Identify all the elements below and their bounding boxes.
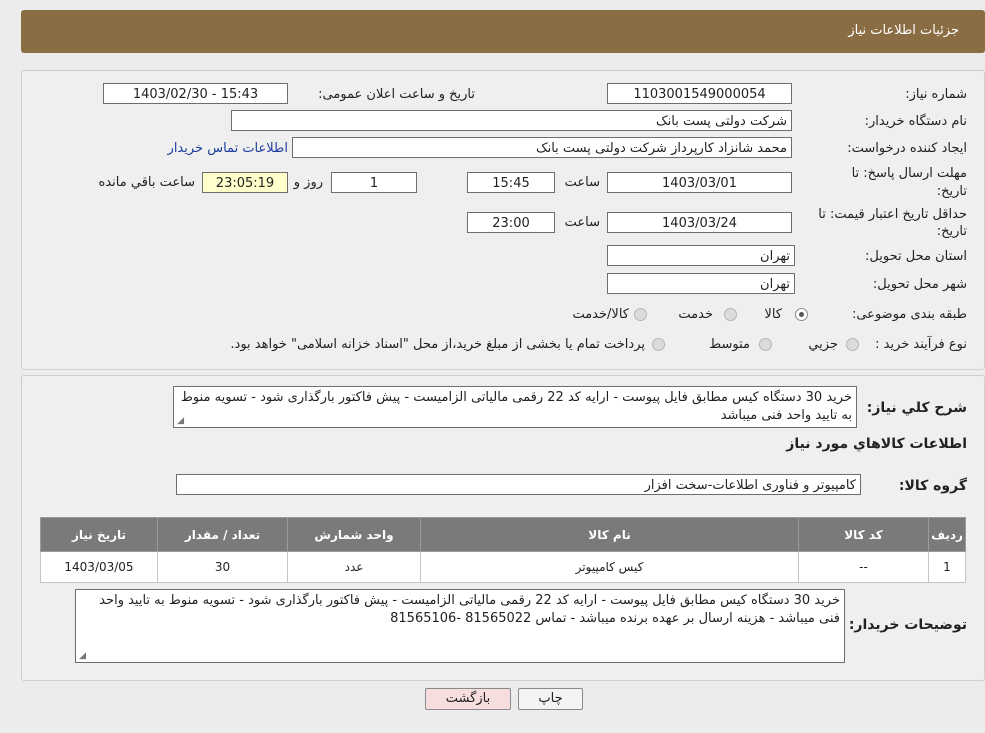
deadline-time-label: ساعت xyxy=(564,175,600,190)
col-quantity: تعداد / مقدار xyxy=(157,517,288,552)
process-radio-medium[interactable] xyxy=(759,338,772,351)
goods-group-label: گروه کالا: xyxy=(898,478,967,494)
col-unit: واحد شمارش xyxy=(287,517,421,552)
remaining-time-field[interactable]: 23:05:19 xyxy=(202,172,288,193)
deadline-time-field[interactable]: 15:45 xyxy=(467,172,555,193)
contact-buyer-link[interactable]: اطلاعات تماس خریدار xyxy=(168,141,288,156)
creator-label: ایجاد کننده درخواست: xyxy=(847,141,967,156)
announce-field[interactable]: 1403/02/30 - 15:43 xyxy=(103,83,288,104)
category-radio-goods[interactable] xyxy=(795,308,808,321)
announce-label: تاریخ و ساعت اعلان عمومی: xyxy=(318,87,475,102)
validity-label: حداقل تاریخ اعتبار قیمت: تا xyxy=(818,207,967,222)
summary-label: شرح کلي نياز: xyxy=(866,400,967,416)
cell-quantity: 30 xyxy=(157,551,288,583)
resize-grip-icon[interactable]: ◢ xyxy=(176,417,184,426)
process-option-medium: متوسط xyxy=(709,337,750,352)
deadline-label: مهلت ارسال پاسخ: تا xyxy=(851,166,967,181)
cell-unit: عدد xyxy=(287,551,421,583)
table-row: 1 -- کیس کامپیوتر عدد 30 1403/03/05 xyxy=(40,551,966,583)
city-label: شهر محل تحویل: xyxy=(872,277,967,292)
process-treasury-note: پرداخت تمام یا بخشی از مبلغ خرید،از محل … xyxy=(230,337,645,352)
cell-need-date: 1403/03/05 xyxy=(40,551,158,583)
goods-table-header: ردیف کد کالا نام کالا واحد شمارش تعداد /… xyxy=(40,517,966,552)
buyer-org-label: نام دستگاه خریدار: xyxy=(864,114,967,129)
col-row-number: ردیف xyxy=(928,517,966,552)
cell-item-name: کیس کامپیوتر xyxy=(420,551,799,583)
validity-label-date: تاریخ: xyxy=(936,224,967,239)
days-label: روز و xyxy=(293,175,323,190)
category-option-both: کالا/خدمت xyxy=(572,307,629,322)
back-button[interactable]: بازگشت xyxy=(425,688,511,710)
process-option-small: جزیي xyxy=(808,337,838,352)
col-item-code: کد کالا xyxy=(798,517,929,552)
days-field[interactable]: 1 xyxy=(331,172,417,193)
buyer-notes-label: توضیحات خریدار: xyxy=(848,617,967,633)
validity-time-field[interactable]: 23:00 xyxy=(467,212,555,233)
process-radio-treasury[interactable] xyxy=(652,338,665,351)
creator-field[interactable]: محمد شانزاد کارپرداز شرکت دولتی پست بانک xyxy=(292,137,792,158)
summary-textarea[interactable]: خرید 30 دستگاه کیس مطابق فایل پیوست - ار… xyxy=(173,386,857,428)
deadline-date-field[interactable]: 1403/03/01 xyxy=(607,172,792,193)
goods-info-title: اطلاعات کالاهاي مورد نياز xyxy=(786,436,967,452)
buyer-notes-textarea[interactable]: خرید 30 دستگاه کیس مطابق فایل پیوست - ار… xyxy=(75,589,845,663)
category-radio-both[interactable] xyxy=(634,308,647,321)
goods-group-field[interactable]: کامپیوتر و فناوری اطلاعات-سخت افزار xyxy=(176,474,861,495)
validity-date-field[interactable]: 1403/03/24 xyxy=(607,212,792,233)
cell-item-code: -- xyxy=(798,551,929,583)
goods-table: ردیف کد کالا نام کالا واحد شمارش تعداد /… xyxy=(40,517,966,583)
col-item-name: نام کالا xyxy=(420,517,799,552)
province-label: استان محل تحویل: xyxy=(865,249,967,264)
resize-grip-icon[interactable]: ◢ xyxy=(78,652,86,661)
deadline-label-date: تاریخ: xyxy=(936,184,967,199)
province-field[interactable]: تهران xyxy=(607,245,795,266)
need-number-field[interactable]: 1103001549000054 xyxy=(607,83,792,104)
need-number-label: شماره نیاز: xyxy=(905,87,967,102)
page-header: جزئیات اطلاعات نیاز xyxy=(21,10,985,53)
print-button[interactable]: چاپ xyxy=(518,688,583,710)
category-radio-service[interactable] xyxy=(724,308,737,321)
process-label: نوع فرآیند خرید : xyxy=(875,337,967,352)
category-option-service: خدمت xyxy=(678,307,713,322)
buyer-org-field[interactable]: شرکت دولتی پست بانک xyxy=(231,110,792,131)
city-field[interactable]: تهران xyxy=(607,273,795,294)
category-label: طبقه بندی موضوعی: xyxy=(851,307,967,322)
page-title: جزئیات اطلاعات نیاز xyxy=(848,23,959,38)
validity-time-label: ساعت xyxy=(564,215,600,230)
col-need-date: تاریخ نیاز xyxy=(40,517,158,552)
category-option-goods: کالا xyxy=(764,307,782,322)
buyer-notes-text: خرید 30 دستگاه کیس مطابق فایل پیوست - ار… xyxy=(99,593,840,626)
process-radio-small[interactable] xyxy=(846,338,859,351)
cell-row-number: 1 xyxy=(928,551,966,583)
summary-text: خرید 30 دستگاه کیس مطابق فایل پیوست - ار… xyxy=(180,390,852,423)
remaining-label: ساعت باقي مانده xyxy=(98,175,195,190)
